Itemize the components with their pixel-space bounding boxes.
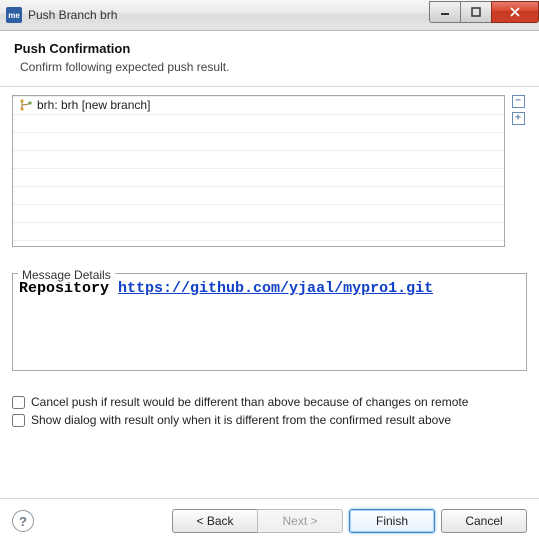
window-controls [430, 1, 539, 21]
next-button: Next > [257, 509, 343, 533]
cancel-push-option[interactable]: Cancel push if result would be different… [12, 395, 527, 409]
window-title: Push Branch brh [28, 8, 430, 22]
cancel-push-label: Cancel push if result would be different… [31, 395, 468, 409]
list-rules [13, 96, 504, 246]
repo-label: Repository [19, 280, 109, 297]
cancel-button[interactable]: Cancel [441, 509, 527, 533]
list-side-controls: − + [505, 95, 527, 129]
branch-icon [19, 98, 33, 112]
dialog-header: Push Confirmation Confirm following expe… [0, 31, 539, 87]
maximize-icon [471, 7, 481, 17]
titlebar: me Push Branch brh [0, 0, 539, 31]
message-details-group: Message Details Repository https://githu… [12, 259, 527, 371]
dialog-body: brh: brh [new branch] − + Message Detail… [0, 87, 539, 498]
expand-all-button[interactable]: + [512, 112, 525, 125]
message-details-label: Message Details [18, 268, 115, 282]
dialog-title: Push Confirmation [14, 41, 525, 56]
show-dialog-option[interactable]: Show dialog with result only when it is … [12, 413, 527, 427]
options-group: Cancel push if result would be different… [12, 395, 527, 431]
maximize-button[interactable] [460, 1, 492, 23]
message-details-box[interactable]: Repository https://github.com/yjaal/mypr… [12, 273, 527, 371]
list-item[interactable]: brh: brh [new branch] [13, 96, 504, 114]
repo-url-link[interactable]: https://github.com/yjaal/mypro1.git [118, 280, 433, 297]
show-dialog-checkbox[interactable] [12, 414, 25, 427]
finish-button[interactable]: Finish [349, 509, 435, 533]
push-result-row: brh: brh [new branch] − + [12, 95, 527, 247]
show-dialog-label: Show dialog with result only when it is … [31, 413, 451, 427]
list-item-label: brh: brh [new branch] [37, 98, 150, 112]
minimize-icon [440, 7, 450, 17]
nav-button-group: < Back Next > [166, 509, 343, 533]
minimize-button[interactable] [429, 1, 461, 23]
collapse-all-button[interactable]: − [512, 95, 525, 108]
app-icon: me [6, 7, 22, 23]
help-button[interactable]: ? [12, 510, 34, 532]
back-button[interactable]: < Back [172, 509, 258, 533]
dialog-window: me Push Branch brh Push Confirmation Con… [0, 0, 539, 545]
dialog-subtitle: Confirm following expected push result. [20, 60, 525, 74]
dialog-footer: ? < Back Next > Finish Cancel [0, 498, 539, 545]
cancel-push-checkbox[interactable] [12, 396, 25, 409]
close-icon [509, 7, 521, 17]
close-button[interactable] [491, 1, 539, 23]
push-result-list[interactable]: brh: brh [new branch] [12, 95, 505, 247]
